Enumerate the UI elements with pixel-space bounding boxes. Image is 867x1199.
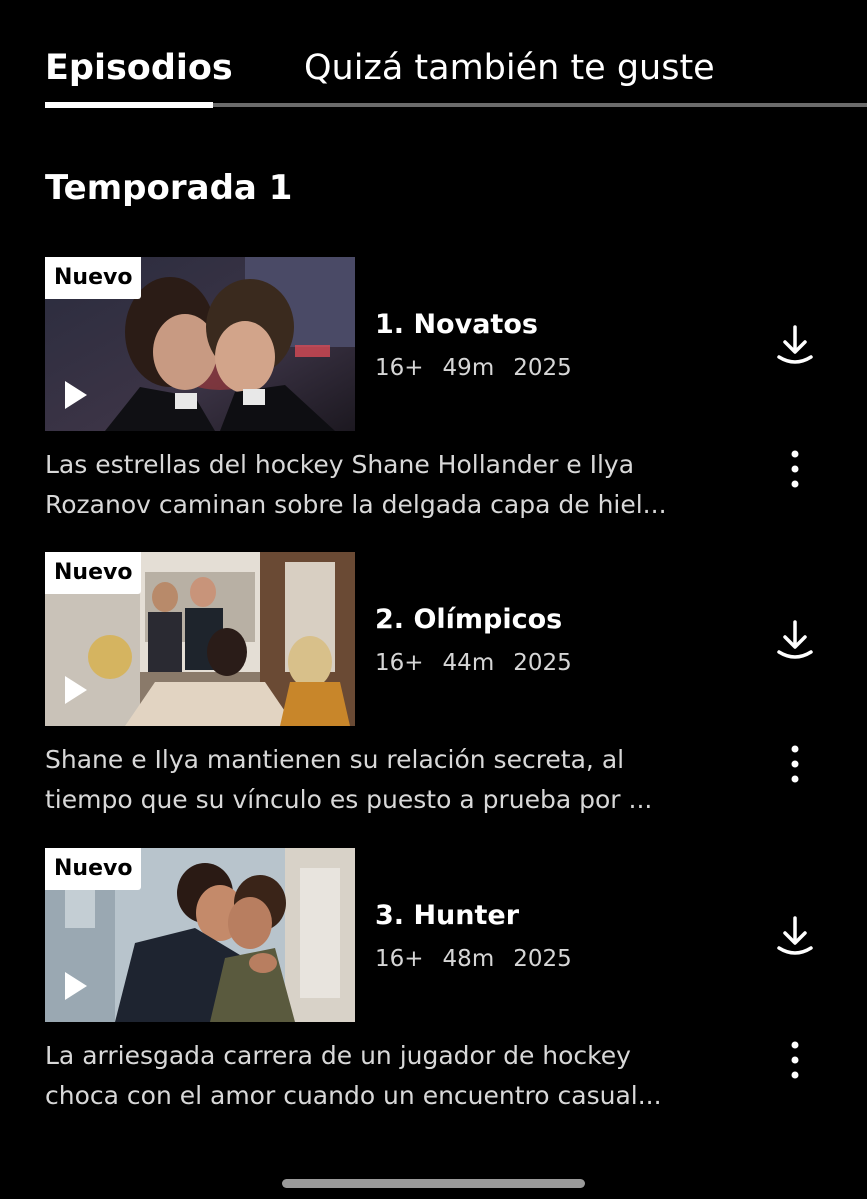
play-icon[interactable] [63,674,89,706]
episode-title[interactable]: 1. Novatos [375,305,538,345]
new-badge: Nuevo [45,848,142,890]
description-line: choca con el amor cuando un encuentro ca… [45,1081,662,1110]
episode-duration: 44m [442,650,495,676]
episode-item: Nuevo 3. Hunter 16+ 48m 2025 La arriesgada… [0,848,867,1128]
episode-rating: 16+ [375,946,424,972]
play-icon[interactable] [63,379,89,411]
tab-bar: Episodios Quizá también te guste [0,0,867,110]
home-indicator[interactable] [282,1179,585,1188]
episode-rating: 16+ [375,355,424,381]
description-line: La arriesgada carrera de un jugador de h… [45,1041,631,1070]
episode-thumbnail[interactable]: Nuevo [45,848,355,1022]
episode-description: Las estrellas del hockey Shane Hollander… [45,445,725,525]
season-title: Temporada 1 [45,168,293,208]
episode-duration: 48m [442,946,495,972]
more-vertical-icon[interactable] [780,744,810,788]
episode-item: Nuevo 1. Novatos 16+ 49m 2025 Las estrella… [0,257,867,537]
more-vertical-icon[interactable] [780,1040,810,1084]
more-vertical-icon[interactable] [780,449,810,493]
download-icon[interactable] [775,914,815,958]
episode-description: Shane e Ilya mantienen su relación secre… [45,740,725,820]
episode-title[interactable]: 3. Hunter [375,896,519,936]
description-line: tiempo que su vínculo es puesto a prueba… [45,785,653,814]
episode-item: Nuevo 2. Olímpicos 16+ 44m 2025 Shane e Il… [0,552,867,832]
episode-year: 2025 [513,946,572,972]
download-icon[interactable] [775,618,815,662]
play-icon[interactable] [63,970,89,1002]
new-badge: Nuevo [45,552,142,594]
description-line: Las estrellas del hockey Shane Hollander… [45,450,635,479]
episode-thumbnail[interactable]: Nuevo [45,552,355,726]
tab-track [213,103,867,107]
active-tab-indicator [45,102,213,108]
episode-year: 2025 [513,355,572,381]
tab-episodios[interactable]: Episodios [45,44,233,92]
episode-description: La arriesgada carrera de un jugador de h… [45,1036,725,1116]
episode-thumbnail[interactable]: Nuevo [45,257,355,431]
episode-duration: 49m [442,355,495,381]
episode-year: 2025 [513,650,572,676]
episode-meta: 16+ 44m 2025 [375,646,591,680]
episode-rating: 16+ [375,650,424,676]
tab-quiza-tambien-te-guste[interactable]: Quizá también te guste [304,44,715,92]
episode-title[interactable]: 2. Olímpicos [375,600,562,640]
download-icon[interactable] [775,323,815,367]
episode-meta: 16+ 48m 2025 [375,942,591,976]
new-badge: Nuevo [45,257,142,299]
episode-meta: 16+ 49m 2025 [375,351,591,385]
description-line: Rozanov caminan sobre la delgada capa de… [45,490,667,519]
description-line: Shane e Ilya mantienen su relación secre… [45,745,625,774]
